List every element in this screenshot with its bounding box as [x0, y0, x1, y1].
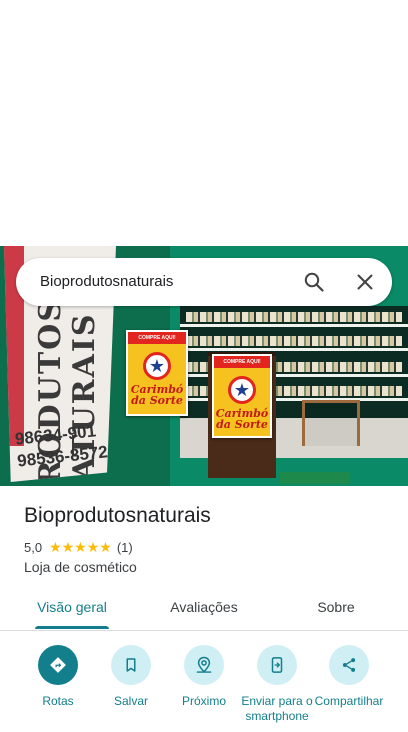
tab-overview[interactable]: Visão geral	[24, 586, 120, 631]
banner-phones: 98634-901 98536-8572	[14, 419, 109, 472]
rating-value: 5,0	[24, 539, 43, 555]
poster-name: Carimbó da Sorte	[215, 407, 269, 431]
close-icon[interactable]	[353, 270, 377, 294]
star-rating-icon: ★★★★★	[49, 538, 112, 555]
place-title: Bioprodutosnaturais	[24, 504, 211, 527]
lottery-poster: COMPRE AQUI! ★ Carimbó da Sorte	[126, 330, 188, 416]
nearby-icon[interactable]	[184, 645, 224, 685]
share-button[interactable]: Compartilhar	[309, 642, 389, 709]
search-bar[interactable]: Bioprodutosnaturais	[16, 258, 392, 306]
place-page: PRODUTOS NATURAIS 98634-901 98536-8572 C…	[0, 0, 408, 732]
lottery-poster: COMPRE AQUI! ★ Carimbó da Sorte	[212, 354, 272, 438]
directions-label: Rotas	[42, 694, 74, 708]
search-icon[interactable]	[302, 270, 326, 294]
tab-about[interactable]: Sobre	[288, 586, 384, 631]
bookmark-icon[interactable]	[111, 645, 151, 685]
send-to-phone-icon[interactable]	[257, 645, 297, 685]
send-to-phone-label: Enviar para o smartphone	[241, 694, 313, 723]
nearby-button[interactable]: Próximo	[164, 642, 244, 709]
save-button[interactable]: Salvar	[91, 642, 171, 709]
share-icon[interactable]	[329, 645, 369, 685]
star-emblem-icon: ★	[228, 376, 256, 404]
tab-reviews[interactable]: Avaliações	[156, 586, 252, 631]
poster-header: COMPRE AQUI!	[128, 332, 186, 344]
save-label: Salvar	[113, 694, 148, 708]
shelf-products	[186, 336, 402, 346]
floor-mat	[280, 472, 350, 484]
tab-bar: Visão geral Avaliações Sobre	[0, 586, 408, 631]
action-row: Rotas Salvar Próximo Enviar para o smart…	[0, 642, 408, 732]
review-count[interactable]: (1)	[117, 540, 133, 555]
share-label: Compartilhar	[314, 694, 384, 708]
place-category: Loja de cosmético	[24, 559, 137, 575]
poster-header: COMPRE AQUI!	[214, 356, 270, 368]
directions-button[interactable]: Rotas	[18, 642, 98, 709]
search-input[interactable]: Bioprodutosnaturais	[40, 273, 173, 290]
tab-indicator	[35, 626, 109, 629]
shelf-products	[186, 312, 402, 322]
store-table	[302, 400, 360, 446]
shelf	[180, 348, 408, 351]
send-to-phone-button[interactable]: Enviar para o smartphone	[237, 642, 317, 724]
star-emblem-icon: ★	[143, 352, 171, 380]
poster-name: Carimbó da Sorte	[130, 383, 184, 407]
rating-row[interactable]: 5,0 ★★★★★ (1)	[24, 539, 133, 555]
directions-icon[interactable]	[38, 645, 78, 685]
shelf	[180, 324, 408, 327]
nearby-label: Próximo	[181, 694, 226, 708]
